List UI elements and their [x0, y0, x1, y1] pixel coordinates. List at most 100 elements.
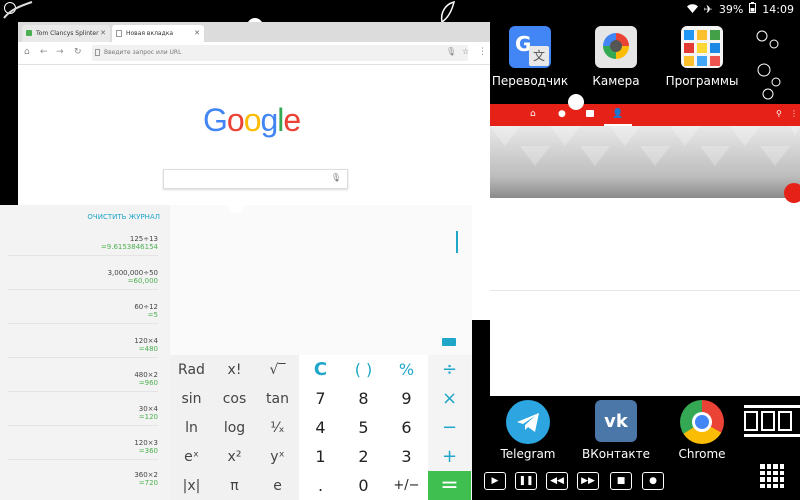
app-camera[interactable]: Камера [576, 26, 656, 88]
key-6[interactable]: 6 [385, 413, 428, 442]
key-power[interactable]: yˣ [256, 442, 299, 471]
wifi-icon [686, 3, 698, 16]
apps-folder-icon [681, 26, 723, 68]
menu-icon[interactable]: ⋮ [478, 47, 487, 57]
key-factorial[interactable]: x! [213, 355, 256, 384]
key-negate[interactable]: +/− [385, 471, 428, 500]
key-4[interactable]: 4 [299, 413, 342, 442]
key-7[interactable]: 7 [299, 384, 342, 413]
split-handle-bottom[interactable] [228, 197, 244, 213]
history-item[interactable]: 3,000,000÷50 =60,000 [8, 269, 158, 290]
key-1[interactable]: 1 [299, 442, 342, 471]
more-vert-icon[interactable]: ⋮ [790, 109, 798, 118]
key-rad[interactable]: Rad [170, 355, 213, 384]
subscriptions-icon[interactable] [586, 110, 594, 117]
back-icon[interactable]: ← [40, 47, 48, 57]
app-label: Камера [592, 74, 640, 88]
history-item[interactable]: 125÷13 =9.6153846154 [8, 235, 158, 256]
home-icon[interactable]: ⌂ [530, 109, 536, 119]
key-sqrt[interactable]: √‾ [256, 355, 299, 384]
play-icon[interactable]: ▶ [484, 472, 506, 490]
telegram-icon[interactable] [506, 400, 550, 444]
stop-icon[interactable]: ■ [610, 472, 632, 490]
home-icon[interactable]: ⌂ [24, 47, 30, 57]
record-button[interactable] [784, 183, 800, 203]
camera-icon [595, 26, 637, 68]
app-drawer-icon[interactable] [760, 464, 784, 488]
key-percent[interactable]: % [385, 355, 428, 384]
key-divide[interactable]: ÷ [428, 355, 471, 384]
wallpaper-leaf-icon [440, 0, 456, 24]
app-label: Переводчик [491, 74, 569, 88]
key-9[interactable]: 9 [385, 384, 428, 413]
key-log[interactable]: log [213, 413, 256, 442]
calculator-display[interactable] [170, 205, 472, 355]
google-search-box[interactable]: 🎙 [163, 169, 348, 189]
key-3[interactable]: 3 [385, 442, 428, 471]
key-tan[interactable]: tan [256, 384, 299, 413]
account-icon[interactable]: 👤 [612, 109, 623, 119]
search-icon[interactable]: ⚲ [776, 109, 782, 118]
record-icon[interactable]: ● [642, 472, 664, 490]
history-item[interactable]: 60÷12 =5 [8, 303, 158, 324]
key-square[interactable]: x² [213, 442, 256, 471]
history-item[interactable]: 120×4 =480 [8, 337, 158, 358]
key-decimal[interactable]: . [299, 471, 342, 500]
pause-icon[interactable]: ❚❚ [515, 472, 537, 490]
key-8[interactable]: 8 [342, 384, 385, 413]
key-abs[interactable]: |x| [170, 471, 213, 500]
dock-label-vk: ВКонтакте [582, 447, 650, 461]
forward-icon[interactable]: → [56, 47, 64, 57]
dock-label-chrome: Chrome [678, 447, 726, 461]
tab-title: Новая вкладка [126, 30, 174, 37]
key-multiply[interactable]: × [428, 384, 471, 413]
key-2[interactable]: 2 [342, 442, 385, 471]
key-clear[interactable]: C [299, 355, 342, 384]
key-exp[interactable]: eˣ [170, 442, 213, 471]
chrome-toolbar: ⌂ ← → ↻ Введите запрос или URL 🎙 ☆ ⋮ [18, 42, 490, 65]
omnibox[interactable]: Введите запрос или URL [92, 45, 468, 61]
calculator-window[interactable]: ОЧИСТИТЬ ЖУРНАЛ 125÷13 =9.6153846154 3,00… [0, 205, 472, 500]
tab-new-tab[interactable]: Новая вкладка ✕ [112, 25, 204, 42]
close-tab-icon[interactable]: ✕ [100, 25, 106, 42]
clear-history-button[interactable]: ОЧИСТИТЬ ЖУРНАЛ [87, 213, 160, 221]
key-e[interactable]: e [256, 471, 299, 500]
rewind-icon[interactable]: ◀◀ [546, 472, 568, 490]
mic-icon[interactable]: 🎙 [446, 47, 456, 56]
history-item[interactable]: 480×2 =960 [8, 371, 158, 392]
chrome-icon[interactable] [680, 400, 724, 444]
tab-splinter-cell[interactable]: Tom Clancys Splinter Cell ✕ [22, 25, 110, 54]
key-sin[interactable]: sin [170, 384, 213, 413]
close-tab-icon[interactable]: ✕ [194, 25, 200, 42]
film-strip-icon[interactable] [744, 405, 800, 437]
app-label: Программы [665, 74, 739, 88]
bookmark-star-icon[interactable]: ☆ [462, 47, 469, 56]
calculator-history: ОЧИСТИТЬ ЖУРНАЛ 125÷13 =9.6153846154 3,00… [0, 205, 171, 500]
reload-icon[interactable]: ↻ [74, 47, 82, 57]
backspace-icon[interactable] [442, 338, 456, 346]
fast-forward-icon[interactable]: ▶▶ [577, 472, 599, 490]
key-5[interactable]: 5 [342, 413, 385, 442]
key-equals[interactable]: = [428, 471, 471, 500]
key-pi[interactable]: π [213, 471, 256, 500]
key-ln[interactable]: ln [170, 413, 213, 442]
key-reciprocal[interactable]: ¹⁄ₓ [256, 413, 299, 442]
history-item[interactable]: 120×3 =360 [8, 439, 158, 460]
trending-icon[interactable]: ● [558, 109, 566, 119]
voice-search-icon[interactable]: 🎙 [331, 173, 341, 182]
key-parentheses[interactable]: ( ) [342, 355, 385, 384]
history-item[interactable]: 360×2 =720 [8, 471, 158, 491]
split-handle-right[interactable] [568, 94, 584, 110]
divider [490, 290, 800, 291]
app-translate[interactable]: G 文 Переводчик [490, 26, 570, 88]
key-minus[interactable]: − [428, 413, 471, 442]
key-0[interactable]: 0 [342, 471, 385, 500]
vk-icon[interactable]: vk [595, 400, 637, 442]
history-item[interactable]: 30×4 =120 [8, 405, 158, 426]
chrome-tab-strip: Tom Clancys Splinter Cell ✕ Новая вкладк… [18, 22, 490, 54]
key-plus[interactable]: + [428, 442, 471, 471]
youtube-window[interactable]: ⌂ ● 👤 ⚲ ⋮ [490, 104, 800, 396]
key-cos[interactable]: cos [213, 384, 256, 413]
page-info-icon [95, 49, 100, 56]
app-folder-programs[interactable]: Программы [662, 26, 742, 88]
